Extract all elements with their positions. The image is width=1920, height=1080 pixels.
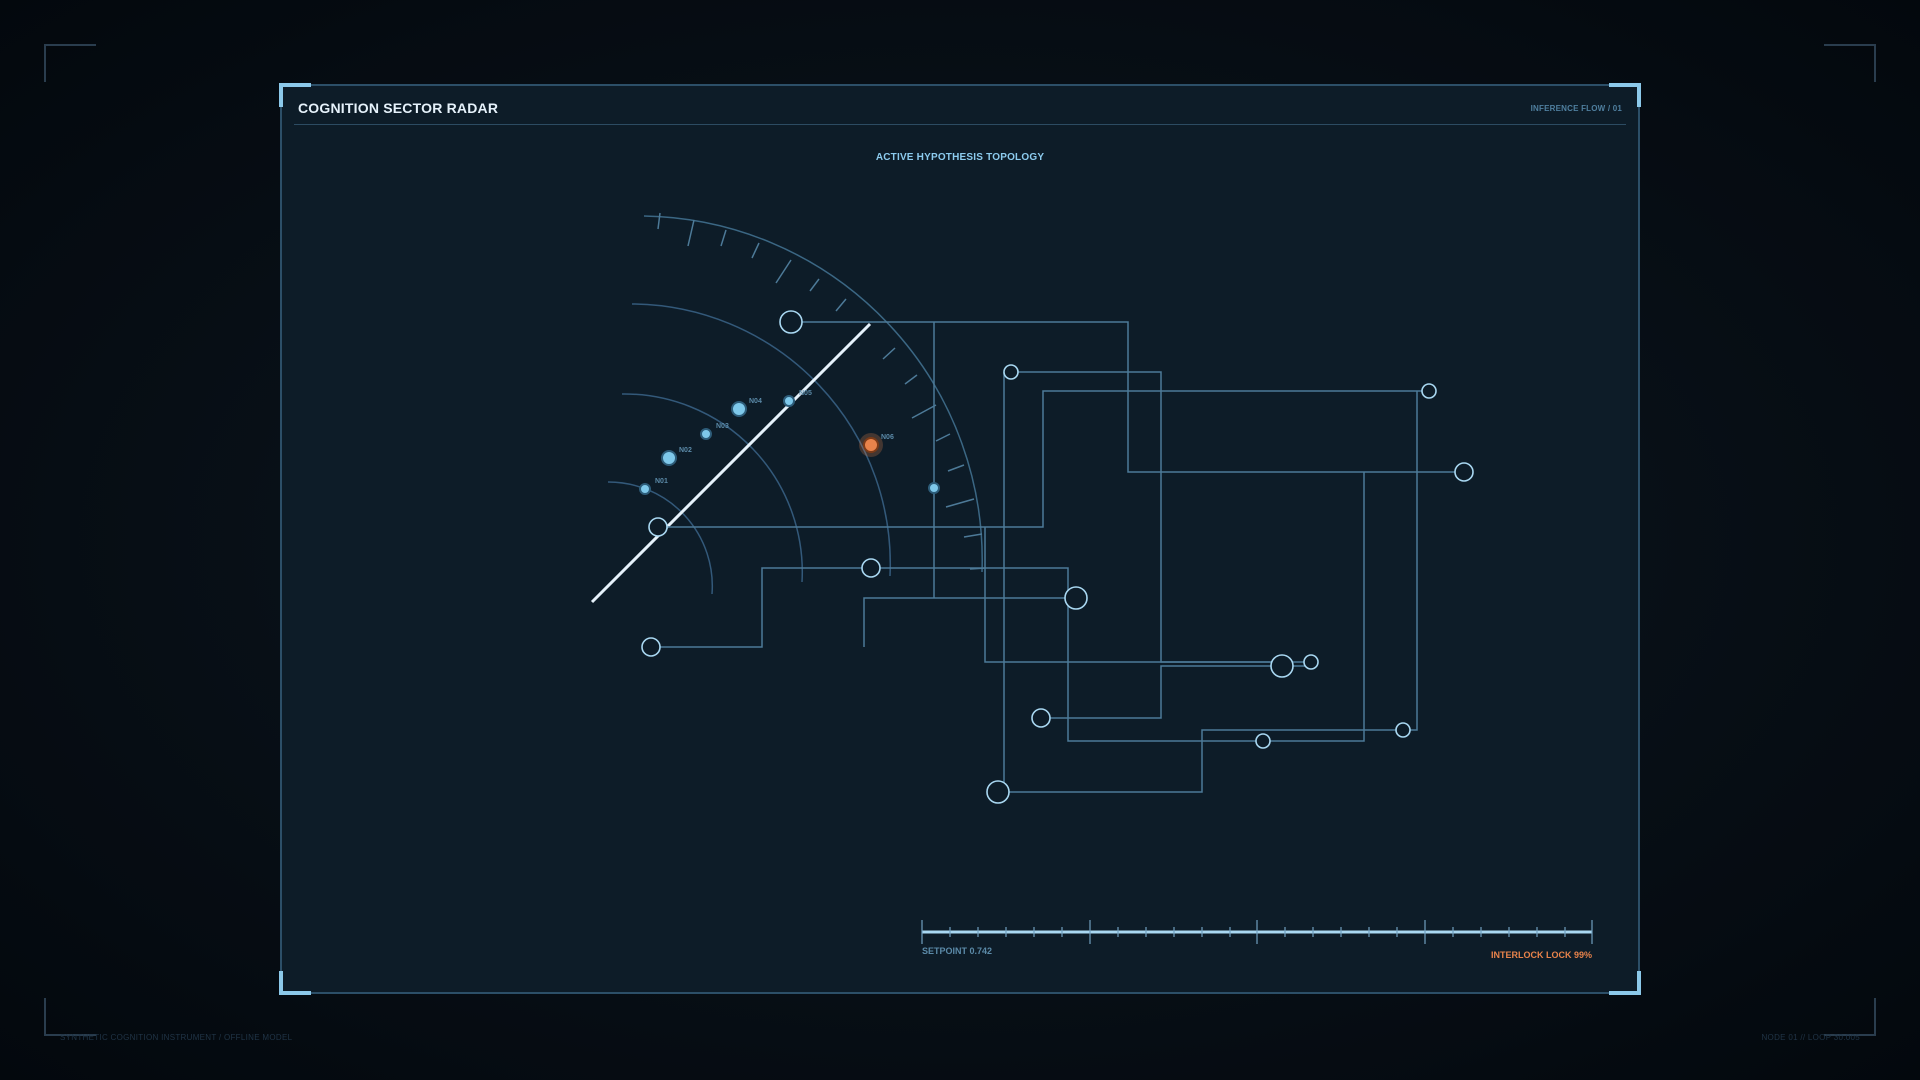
setpoint-scale <box>921 920 1593 944</box>
node-n02-label: N02 <box>679 447 692 454</box>
hypothesis-nodes: N01 N02 N03 N04 N05 N06 <box>639 390 940 495</box>
junction-node <box>1303 654 1319 670</box>
footer-left-caption: SYNTHETIC COGNITION INSTRUMENT / OFFLINE… <box>60 1033 293 1042</box>
radar-tick <box>935 433 951 442</box>
radar-arc-outer <box>643 215 983 573</box>
connector-traces <box>651 321 1464 793</box>
setpoint-readout: SETPOINT 0.742 <box>922 946 993 956</box>
trace <box>998 372 1005 793</box>
trace <box>658 390 1429 528</box>
node-n04-icon[interactable] <box>731 401 747 417</box>
node-n03-label: N03 <box>716 423 729 430</box>
radar-tick <box>657 212 661 230</box>
frame-corner-top-left <box>44 44 96 82</box>
trace <box>998 391 1418 793</box>
node-n04-label: N04 <box>749 398 762 405</box>
junction-node <box>1395 722 1411 738</box>
node-unlabeled-icon[interactable] <box>928 482 940 494</box>
radar-tick <box>809 278 820 292</box>
junction-node <box>986 780 1010 804</box>
junction-node <box>861 558 881 578</box>
radar-tick <box>751 242 760 259</box>
radar-sweep-line <box>590 322 872 604</box>
footer-right-caption: NODE 01 // LOOP 30.005 <box>1761 1033 1860 1042</box>
radar-tick <box>963 533 983 538</box>
trace <box>1011 371 1282 663</box>
junction-node <box>1031 708 1051 728</box>
node-n05-icon[interactable] <box>783 395 795 407</box>
radar-tick <box>904 374 918 385</box>
junction-nodes <box>641 310 1474 804</box>
radar-ticks <box>657 212 987 570</box>
radar-tick <box>687 219 695 247</box>
junction-node <box>779 310 803 334</box>
frame-corner-bottom-right <box>1824 998 1876 1036</box>
junction-node <box>641 637 661 657</box>
junction-node <box>1003 364 1019 380</box>
node-n01-icon[interactable] <box>639 483 651 495</box>
radar-arc-3 <box>631 303 892 577</box>
junction-node <box>1255 733 1271 749</box>
trace <box>871 472 1365 742</box>
radar-panel: COGNITION SECTOR RADAR INFERENCE FLOW / … <box>279 83 1641 995</box>
node-n06-alert-icon[interactable] <box>863 437 879 453</box>
trace <box>791 321 1464 473</box>
node-n02-icon[interactable] <box>661 450 677 466</box>
interlock-status: INTERLOCK LOCK 99% <box>1490 950 1592 960</box>
node-n05-label: N05 <box>799 390 812 397</box>
trace <box>651 567 871 648</box>
radar-tick <box>945 498 975 508</box>
node-n03-icon[interactable] <box>700 428 712 440</box>
junction-node <box>1064 586 1088 610</box>
frame-corner-bottom-left <box>44 998 96 1036</box>
frame-corner-top-right <box>1824 44 1876 82</box>
radar-tick <box>911 404 937 419</box>
trace <box>1041 665 1310 719</box>
junction-node <box>1454 462 1474 482</box>
node-n01-label: N01 <box>655 478 668 485</box>
node-n06-label: N06 <box>881 434 894 441</box>
radar-tick <box>947 464 965 472</box>
trace <box>863 597 1076 647</box>
radar-tick <box>775 259 792 284</box>
radar-tick <box>720 229 727 247</box>
trace <box>984 527 1311 663</box>
junction-node <box>1421 383 1437 399</box>
radar-tick <box>835 298 847 312</box>
junction-node <box>648 517 668 537</box>
topology-diagram: N01 N02 N03 N04 N05 N06 <box>590 212 1593 944</box>
junction-node <box>1270 654 1294 678</box>
radar-tick <box>882 347 896 360</box>
